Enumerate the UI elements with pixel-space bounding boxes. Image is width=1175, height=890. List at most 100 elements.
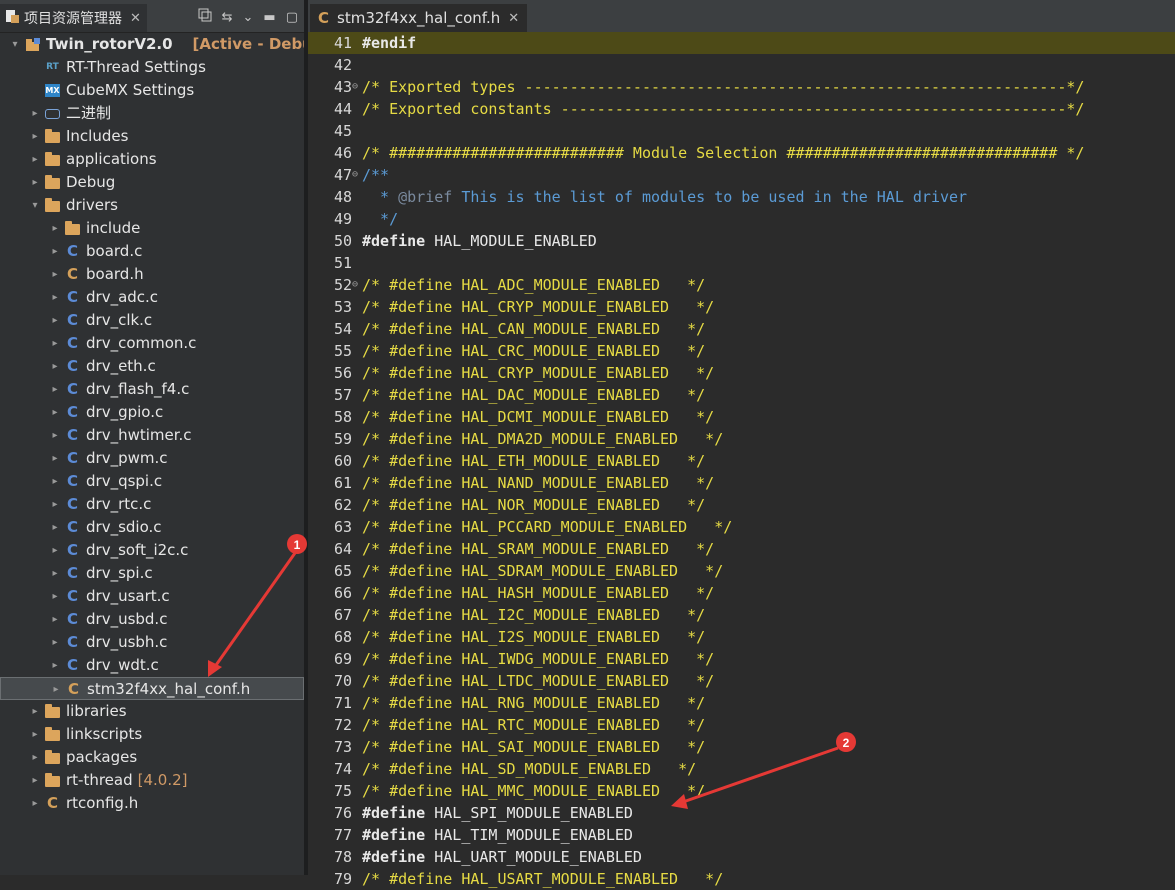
code-line[interactable]: 73 /* #define HAL_SAI_MODULE_ENABLED */ xyxy=(308,736,1175,758)
expand-closed-icon[interactable]: ▸ xyxy=(50,631,60,654)
tree-item[interactable]: ▸ Cdrv_sdio.c xyxy=(0,516,304,539)
code-line[interactable]: 76 #define HAL_SPI_MODULE_ENABLED xyxy=(308,802,1175,824)
expand-open-icon[interactable]: ▾ xyxy=(30,194,40,217)
expand-closed-icon[interactable]: ▸ xyxy=(50,286,60,309)
code-line[interactable]: 53 /* #define HAL_CRYP_MODULE_ENABLED */ xyxy=(308,296,1175,318)
expand-closed-icon[interactable]: ▸ xyxy=(50,516,60,539)
tree-item[interactable]: MX CubeMX Settings xyxy=(0,79,304,102)
code-line[interactable]: 61 /* #define HAL_NAND_MODULE_ENABLED */ xyxy=(308,472,1175,494)
expand-closed-icon[interactable]: ▸ xyxy=(50,447,60,470)
code-line[interactable]: 72 /* #define HAL_RTC_MODULE_ENABLED */ xyxy=(308,714,1175,736)
expand-closed-icon[interactable]: ▸ xyxy=(50,401,60,424)
tree-item[interactable]: ▸ Cdrv_wdt.c xyxy=(0,654,304,677)
expand-closed-icon[interactable]: ▸ xyxy=(50,424,60,447)
tree-item[interactable]: ▸ Cboard.h xyxy=(0,263,304,286)
tree-item[interactable]: ▸ Cdrv_usbh.c xyxy=(0,631,304,654)
code-line[interactable]: 47 ⊖/** xyxy=(308,164,1175,186)
code-line[interactable]: 65 /* #define HAL_SDRAM_MODULE_ENABLED */ xyxy=(308,560,1175,582)
tree-item[interactable]: RT RT-Thread Settings xyxy=(0,56,304,79)
expand-closed-icon[interactable]: ▸ xyxy=(50,608,60,631)
tree-item[interactable]: ▾ drivers xyxy=(0,194,304,217)
expand-closed-icon[interactable]: ▸ xyxy=(30,148,40,171)
close-icon[interactable]: ✕ xyxy=(130,11,141,26)
tree-item[interactable]: ▾ Twin_rotorV2.0 [Active - Debug] xyxy=(0,33,330,56)
tree-item[interactable]: ▸ packages xyxy=(0,746,304,769)
expand-closed-icon[interactable]: ▸ xyxy=(30,792,40,815)
code-line[interactable]: 58 /* #define HAL_DCMI_MODULE_ENABLED */ xyxy=(308,406,1175,428)
tree-item[interactable]: ▸ libraries xyxy=(0,700,304,723)
code-line[interactable]: 56 /* #define HAL_CRYP_MODULE_ENABLED */ xyxy=(308,362,1175,384)
expand-closed-icon[interactable]: ▸ xyxy=(50,332,60,355)
code-line[interactable]: 79 /* #define HAL_USART_MODULE_ENABLED */ xyxy=(308,868,1175,890)
code-line[interactable]: 71 /* #define HAL_RNG_MODULE_ENABLED */ xyxy=(308,692,1175,714)
code-line[interactable]: 55 /* #define HAL_CRC_MODULE_ENABLED */ xyxy=(308,340,1175,362)
expand-closed-icon[interactable]: ▸ xyxy=(50,378,60,401)
fold-toggle-icon[interactable]: ⊖ xyxy=(352,76,362,98)
expand-closed-icon[interactable]: ▸ xyxy=(51,678,61,701)
expand-closed-icon[interactable]: ▸ xyxy=(50,470,60,493)
tree-item[interactable]: ▸ linkscripts xyxy=(0,723,304,746)
expand-closed-icon[interactable]: ▸ xyxy=(30,102,40,125)
expand-closed-icon[interactable]: ▸ xyxy=(30,125,40,148)
code-line[interactable]: 60 /* #define HAL_ETH_MODULE_ENABLED */ xyxy=(308,450,1175,472)
expand-open-icon[interactable]: ▾ xyxy=(10,33,20,56)
expand-closed-icon[interactable]: ▸ xyxy=(50,585,60,608)
tree-item[interactable]: ▸ Cstm32f4xx_hal_conf.h xyxy=(0,677,304,700)
project-explorer-tab[interactable]: 项目资源管理器 ✕ xyxy=(0,4,147,32)
code-line[interactable]: 70 /* #define HAL_LTDC_MODULE_ENABLED */ xyxy=(308,670,1175,692)
code-line[interactable]: 54 /* #define HAL_CAN_MODULE_ENABLED */ xyxy=(308,318,1175,340)
tree-item[interactable]: ▸ Cdrv_pwm.c xyxy=(0,447,304,470)
tree-item[interactable]: ▸ Cdrv_common.c xyxy=(0,332,304,355)
tree-item[interactable]: ▸ Cdrv_gpio.c xyxy=(0,401,304,424)
close-icon[interactable]: ✕ xyxy=(508,11,519,26)
code-line[interactable]: 78 #define HAL_UART_MODULE_ENABLED xyxy=(308,846,1175,868)
tree-item[interactable]: ▸ Cdrv_rtc.c xyxy=(0,493,304,516)
code-line[interactable]: 59 /* #define HAL_DMA2D_MODULE_ENABLED */ xyxy=(308,428,1175,450)
code-line[interactable]: 74 /* #define HAL_SD_MODULE_ENABLED */ xyxy=(308,758,1175,780)
code-line[interactable]: 67 /* #define HAL_I2C_MODULE_ENABLED */ xyxy=(308,604,1175,626)
tree-item[interactable]: ▸ Cdrv_spi.c xyxy=(0,562,304,585)
link-editor-icon[interactable]: ⇆ xyxy=(222,10,233,25)
tree-item[interactable]: ▸ Cdrv_usart.c xyxy=(0,585,304,608)
tree-item[interactable]: ▸ Cboard.c xyxy=(0,240,304,263)
code-line[interactable]: 45 xyxy=(308,120,1175,142)
code-line[interactable]: 48 * @brief This is the list of modules … xyxy=(308,186,1175,208)
tree-item[interactable]: ▸ applications xyxy=(0,148,304,171)
expand-closed-icon[interactable]: ▸ xyxy=(30,700,40,723)
tree-item[interactable]: ▸ Debug xyxy=(0,171,304,194)
code-area[interactable]: 41 #endif 42 43 ⊖/* Exported types ---------… xyxy=(308,32,1175,890)
code-line[interactable]: 62 /* #define HAL_NOR_MODULE_ENABLED */ xyxy=(308,494,1175,516)
code-line[interactable]: 66 /* #define HAL_HASH_MODULE_ENABLED */ xyxy=(308,582,1175,604)
code-line[interactable]: 75 /* #define HAL_MMC_MODULE_ENABLED */ xyxy=(308,780,1175,802)
code-line[interactable]: 69 /* #define HAL_IWDG_MODULE_ENABLED */ xyxy=(308,648,1175,670)
code-line[interactable]: 49 */ xyxy=(308,208,1175,230)
code-line[interactable]: 51 xyxy=(308,252,1175,274)
tree-item[interactable]: ▸ Cdrv_usbd.c xyxy=(0,608,304,631)
tree-item[interactable]: ▸ rt-thread [4.0.2] xyxy=(0,769,304,792)
tree-item[interactable]: ▸ Cdrv_qspi.c xyxy=(0,470,304,493)
code-line[interactable]: 50 #define HAL_MODULE_ENABLED xyxy=(308,230,1175,252)
code-line[interactable]: 42 xyxy=(308,54,1175,76)
expand-closed-icon[interactable]: ▸ xyxy=(50,562,60,585)
expand-closed-icon[interactable]: ▸ xyxy=(50,493,60,516)
code-line[interactable]: 57 /* #define HAL_DAC_MODULE_ENABLED */ xyxy=(308,384,1175,406)
expand-closed-icon[interactable]: ▸ xyxy=(50,654,60,677)
code-line[interactable]: 46 /* ########################## Module S… xyxy=(308,142,1175,164)
tree-item[interactable]: ▸ Cdrv_soft_i2c.c xyxy=(0,539,304,562)
editor-tab[interactable]: C stm32f4xx_hal_conf.h ✕ xyxy=(310,4,528,32)
code-line[interactable]: 77 #define HAL_TIM_MODULE_ENABLED xyxy=(308,824,1175,846)
collapse-all-icon[interactable] xyxy=(198,8,212,26)
expand-closed-icon[interactable]: ▸ xyxy=(50,263,60,286)
expand-closed-icon[interactable]: ▸ xyxy=(50,240,60,263)
code-line[interactable]: 64 /* #define HAL_SRAM_MODULE_ENABLED */ xyxy=(308,538,1175,560)
maximize-icon[interactable]: ▢ xyxy=(286,10,298,25)
code-line[interactable]: 68 /* #define HAL_I2S_MODULE_ENABLED */ xyxy=(308,626,1175,648)
minimize-icon[interactable]: ▬ xyxy=(263,10,275,25)
code-line[interactable]: 41 #endif xyxy=(308,32,1175,54)
tree-item[interactable]: ▸ Cdrv_eth.c xyxy=(0,355,304,378)
expand-closed-icon[interactable]: ▸ xyxy=(30,171,40,194)
tree-item[interactable]: ▸ Cdrv_clk.c xyxy=(0,309,304,332)
code-line[interactable]: 44 /* Exported constants ----------------… xyxy=(308,98,1175,120)
code-line[interactable]: 43 ⊖/* Exported types -------------------… xyxy=(308,76,1175,98)
tree-item[interactable]: ▸ Cdrv_flash_f4.c xyxy=(0,378,304,401)
